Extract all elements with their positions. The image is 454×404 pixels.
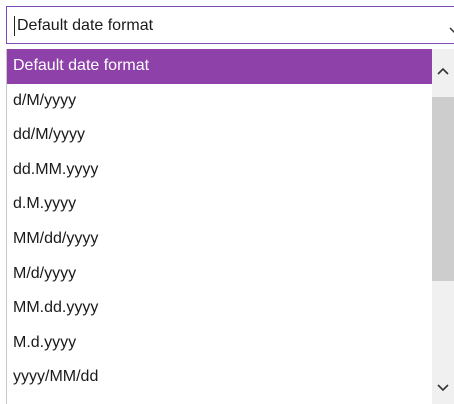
option-mm-dd-yyyy[interactable]: MM/dd/yyyy (7, 222, 433, 257)
option-m-d-yyyy[interactable]: M/d/yyyy (7, 257, 433, 292)
chevron-up-icon (437, 67, 449, 75)
scroll-down-button[interactable] (432, 360, 454, 404)
chevron-down-icon (437, 384, 449, 392)
option-dd-mm-yyyy-dots[interactable]: dd.MM.yyyy (7, 153, 433, 188)
date-format-picker: Default date format Default date format … (0, 0, 454, 404)
option-default-date-format[interactable]: Default date format (7, 49, 433, 84)
option-d-m-yyyy-dots[interactable]: d.M.yyyy (7, 187, 433, 222)
select-value: Default date format (17, 17, 154, 34)
chevron-down-icon[interactable] (449, 22, 454, 34)
option-d-m-yyyy[interactable]: d/M/yyyy (7, 84, 433, 119)
text-cursor (14, 16, 15, 36)
option-list: Default date format d/M/yyyy dd/M/yyyy d… (7, 49, 433, 395)
date-format-select[interactable]: Default date format (6, 6, 454, 44)
scroll-up-button[interactable] (432, 49, 454, 93)
option-yyyy-mm-dd[interactable]: yyyy/MM/dd (7, 360, 433, 395)
option-m-d-yyyy-dots[interactable]: M.d.yyyy (7, 326, 433, 361)
dropdown-scrollbar[interactable] (432, 49, 454, 404)
option-mm-dd-yyyy-dots[interactable]: MM.dd.yyyy (7, 291, 433, 326)
option-dd-m-yyyy[interactable]: dd/M/yyyy (7, 118, 433, 153)
date-format-dropdown: Default date format d/M/yyyy dd/M/yyyy d… (6, 49, 454, 404)
scroll-thumb[interactable] (432, 97, 454, 281)
